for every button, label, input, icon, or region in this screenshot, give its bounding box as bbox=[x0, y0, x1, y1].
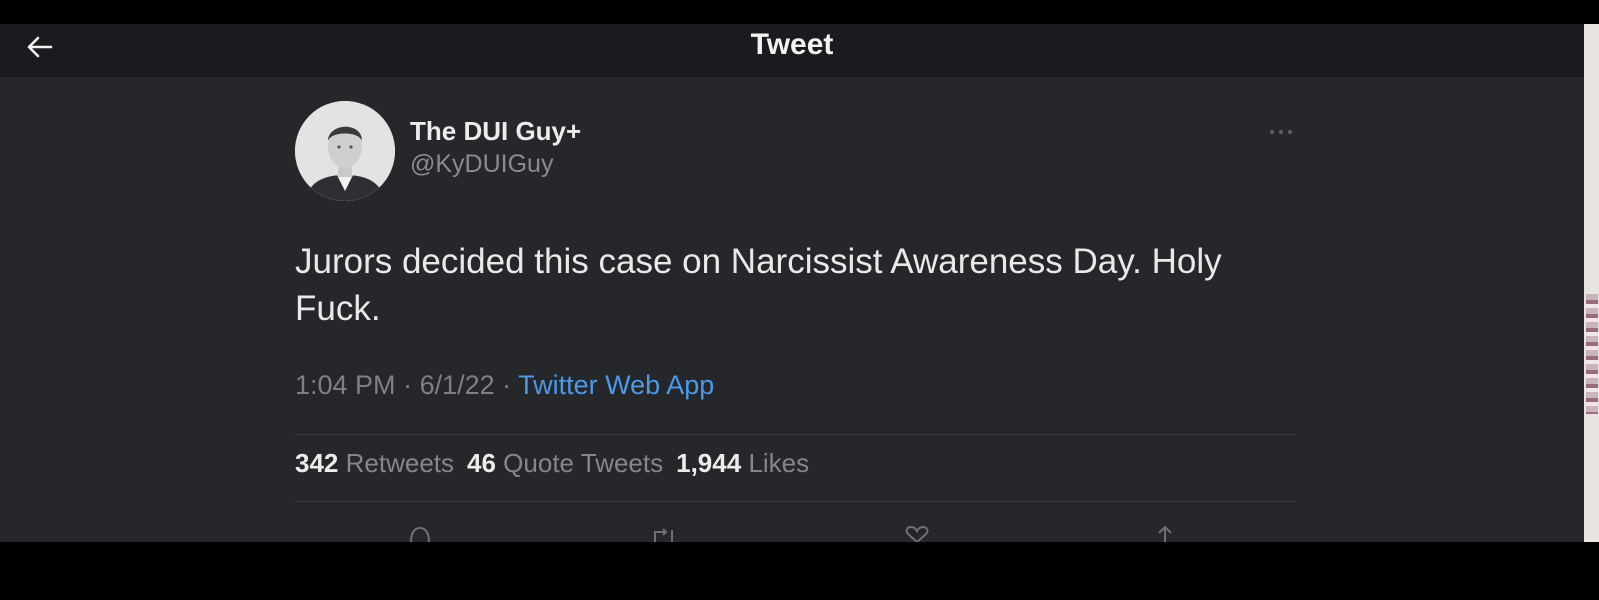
reply-button[interactable] bbox=[405, 524, 435, 542]
likes-count: 1,944 bbox=[676, 448, 742, 478]
meta-separator: · bbox=[494, 370, 519, 400]
likes-label: Likes bbox=[748, 448, 810, 478]
adjacent-window-edge bbox=[1584, 24, 1599, 542]
page-title: Tweet bbox=[750, 28, 834, 61]
likes-stat[interactable]: 1,944 Likes bbox=[676, 448, 809, 479]
profile-photo bbox=[295, 101, 395, 201]
retweet-button[interactable] bbox=[650, 524, 680, 542]
engagement-stats: 342 Retweets 46 Quote Tweets 1,944 Likes bbox=[295, 448, 809, 479]
adjacent-window-image bbox=[1586, 294, 1598, 414]
more-options-button[interactable] bbox=[1266, 120, 1296, 144]
like-icon bbox=[905, 525, 929, 542]
author-handle[interactable]: @KyDUIGuy bbox=[410, 150, 553, 179]
avatar[interactable] bbox=[295, 101, 395, 201]
meta-separator: · bbox=[395, 370, 420, 400]
retweets-count: 342 bbox=[295, 448, 339, 478]
tweet-date[interactable]: 6/1/22 bbox=[420, 370, 495, 400]
share-icon bbox=[1158, 525, 1172, 542]
tweet-meta: 1:04 PM · 6/1/22 · Twitter Web App bbox=[295, 370, 714, 401]
quote-tweets-count: 46 bbox=[467, 448, 496, 478]
tweet-window: Tweet The DUI Guy+ @KyDUIGuy Jurors deci… bbox=[0, 24, 1584, 542]
tweet-text: Jurors decided this case on Narcissist A… bbox=[295, 242, 1222, 328]
like-button[interactable] bbox=[902, 524, 932, 542]
retweets-label: Retweets bbox=[345, 448, 455, 478]
share-button[interactable] bbox=[1150, 524, 1180, 542]
author-display-name[interactable]: The DUI Guy+ bbox=[410, 116, 581, 147]
quote-tweets-stat[interactable]: 46 Quote Tweets bbox=[467, 448, 663, 479]
retweet-icon bbox=[654, 528, 673, 542]
quote-tweets-label: Quote Tweets bbox=[503, 448, 664, 478]
tweet-time[interactable]: 1:04 PM bbox=[295, 370, 396, 400]
retweets-stat[interactable]: 342 Retweets bbox=[295, 448, 454, 479]
reply-icon bbox=[410, 526, 430, 542]
divider bbox=[295, 501, 1296, 502]
tweet-source-link[interactable]: Twitter Web App bbox=[518, 370, 714, 400]
tweet-actions bbox=[0, 524, 1584, 542]
more-horizontal-icon bbox=[1270, 130, 1292, 134]
tweet-header: Tweet bbox=[0, 24, 1584, 77]
divider bbox=[295, 434, 1296, 435]
